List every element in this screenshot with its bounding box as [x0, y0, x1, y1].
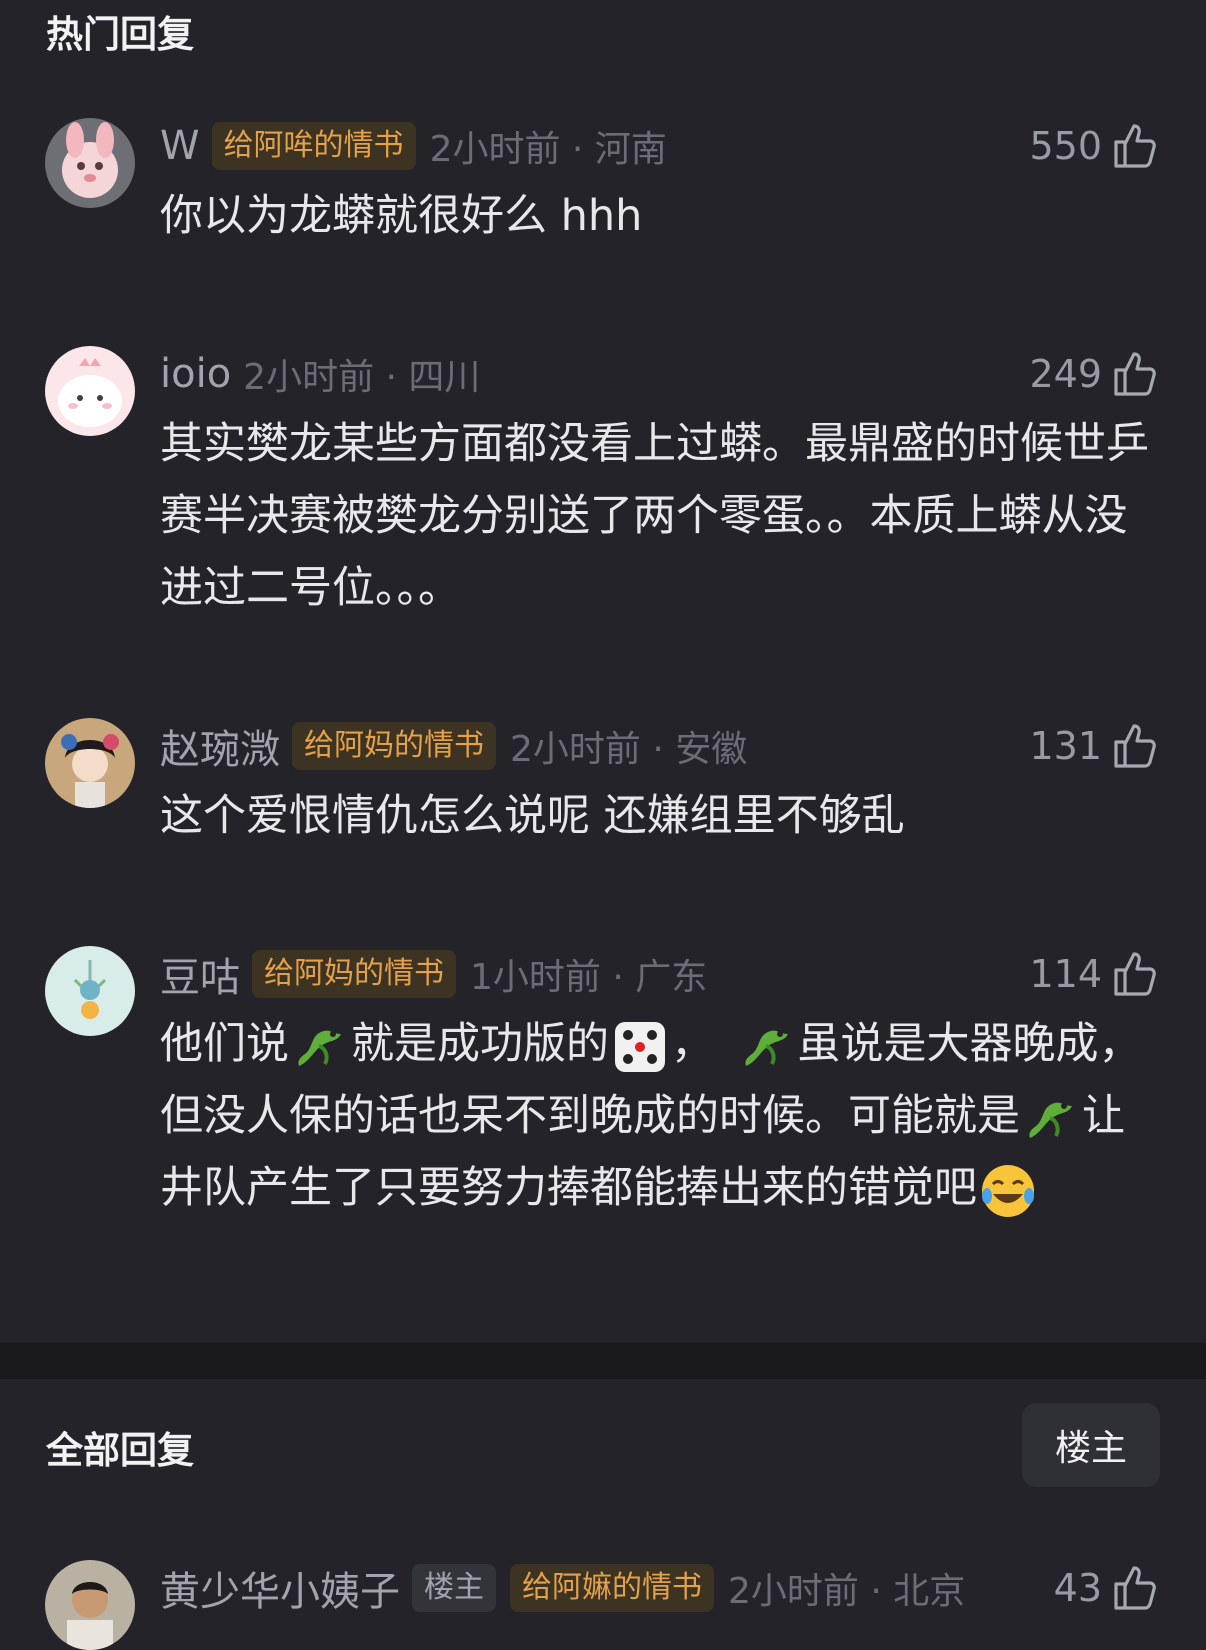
comment-text: 他们说 就是成功版的， 虽说是大器晚成，但没人保的话也呆不到晚成的时候。可能就是让…	[160, 1008, 1160, 1224]
like-count: 550	[1029, 124, 1102, 168]
dragon-emoji-icon	[289, 1016, 351, 1078]
comment-text: 这个爱恨情仇怎么说呢 还嫌组里不够乱	[160, 791, 905, 841]
hot-replies-title: 热门回复	[46, 13, 194, 56]
avatar[interactable]	[45, 718, 135, 808]
tears-of-joy-emoji-icon	[977, 1160, 1039, 1222]
comment-meta: W 给阿哞的情书 2小时前 · 河南	[160, 118, 667, 174]
thumbs-up-icon[interactable]	[1112, 350, 1160, 398]
owner-only-filter-button[interactable]: 楼主	[1022, 1403, 1160, 1487]
fan-badge[interactable]: 给阿妈的情书	[252, 950, 456, 998]
username[interactable]: 黄少华小姨子	[160, 1559, 400, 1617]
time-location: 2小时前 · 四川	[243, 357, 481, 398]
username[interactable]: W	[160, 123, 200, 169]
thumbs-up-icon[interactable]	[1112, 950, 1160, 998]
like-count: 131	[1029, 724, 1102, 768]
time-location: 2小时前 · 北京	[728, 1571, 966, 1612]
dice-emoji-icon	[609, 1016, 671, 1078]
thumbs-up-icon[interactable]	[1112, 1564, 1160, 1612]
like-count: 249	[1029, 352, 1102, 396]
avatar[interactable]	[45, 946, 135, 1036]
comment-meta: 赵琬溦 给阿妈的情书 2小时前 · 安徽	[160, 718, 747, 774]
fan-badge[interactable]: 给阿哞的情书	[211, 122, 416, 170]
fan-badge[interactable]: 给阿嫲的情书	[510, 1564, 714, 1612]
avatar[interactable]	[45, 118, 135, 208]
dragon-emoji-icon	[736, 1016, 798, 1078]
comment-meta: 豆咕 给阿妈的情书 1小时前 · 广东	[160, 946, 707, 1002]
thumbs-up-icon[interactable]	[1112, 122, 1160, 170]
like-button[interactable]: 249	[1029, 346, 1160, 402]
time-location: 2小时前 · 安徽	[510, 729, 748, 770]
dragon-emoji-icon	[1020, 1088, 1082, 1150]
like-button[interactable]: 550	[1029, 118, 1160, 174]
section-divider	[0, 1343, 1206, 1379]
thumbs-up-icon[interactable]	[1112, 722, 1160, 770]
username[interactable]: ioio	[160, 351, 231, 397]
comment-meta: ioio 2小时前 · 四川	[160, 346, 480, 402]
like-count: 43	[1053, 1566, 1102, 1610]
like-button[interactable]: 131	[1029, 718, 1160, 774]
like-button[interactable]: 114	[1029, 946, 1160, 1002]
comment-text: 你以为龙蟒就很好么 hhh	[160, 191, 643, 241]
avatar[interactable]	[45, 346, 135, 436]
username[interactable]: 赵琬溦	[160, 717, 280, 775]
username[interactable]: 豆咕	[160, 945, 240, 1003]
time-location: 1小时前 · 广东	[470, 957, 708, 998]
avatar[interactable]	[45, 1560, 135, 1650]
like-count: 114	[1029, 952, 1102, 996]
fan-badge[interactable]: 给阿妈的情书	[292, 722, 496, 770]
comment-text: 其实樊龙某些方面都没看上过蟒。最鼎盛的时候世乒赛半决赛被樊龙分别送了两个零蛋。。…	[160, 419, 1149, 613]
all-replies-title: 全部回复	[46, 1429, 194, 1472]
time-location: 2小时前 · 河南	[429, 129, 667, 170]
owner-badge: 楼主	[412, 1564, 496, 1612]
